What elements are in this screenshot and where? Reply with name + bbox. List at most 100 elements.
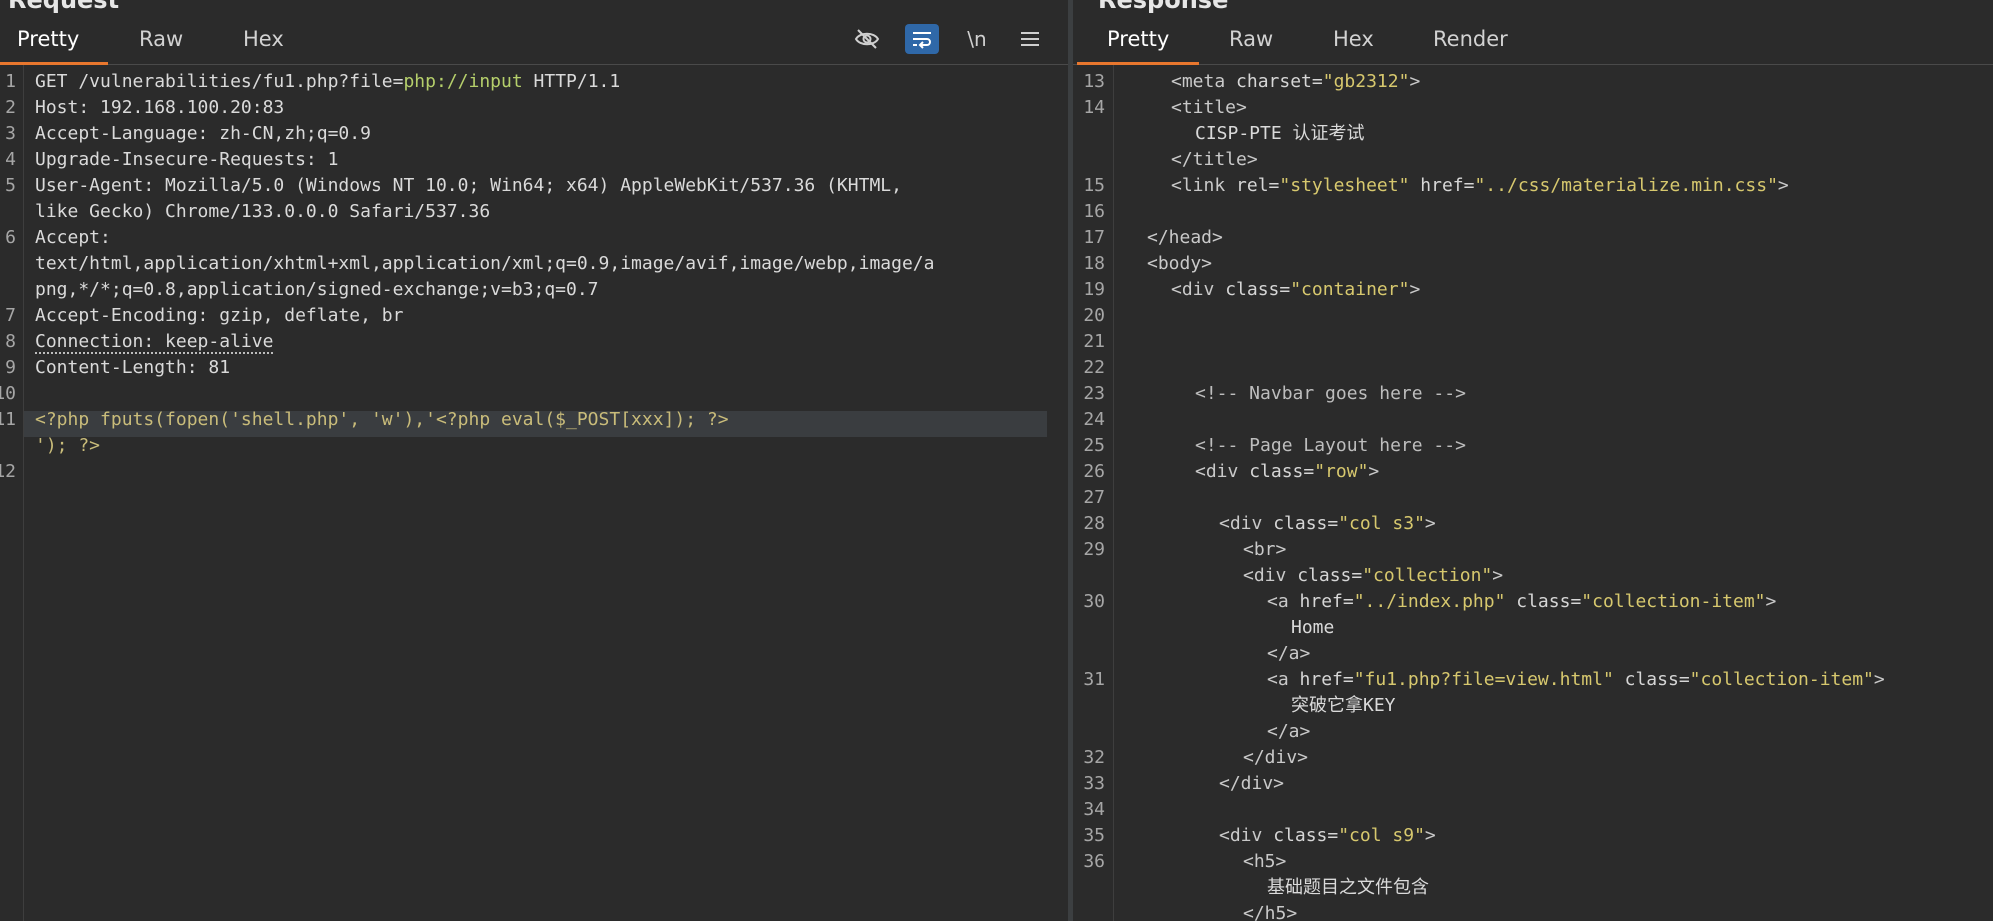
code-token: <div: [1219, 513, 1274, 534]
line-number: 28: [1083, 513, 1105, 534]
header-host: Host: 192.168.100.20:83: [35, 97, 285, 118]
line-number: 31: [1083, 669, 1105, 690]
code-token: <link: [1171, 175, 1237, 196]
line-number: 30: [1083, 591, 1105, 612]
line-number: 34: [1083, 799, 1105, 820]
code-token: <a: [1267, 669, 1300, 690]
code-a-close: </a>: [1267, 643, 1311, 664]
line-number: 1: [5, 71, 16, 92]
code-body-open: <body>: [1147, 253, 1213, 274]
code-token: "../index.php": [1353, 591, 1506, 612]
connection-text: Connection: keep-alive: [35, 331, 274, 354]
code-div-col-s3: <div class="col s3">: [1219, 511, 1436, 537]
response-tab-hex[interactable]: Hex: [1333, 27, 1374, 51]
code-token: <meta: [1171, 71, 1237, 92]
code-token: >: [1492, 565, 1504, 586]
code-token: "container": [1290, 279, 1410, 300]
request-tab-pretty[interactable]: Pretty: [17, 27, 79, 51]
code-title-open: <title>: [1171, 97, 1247, 118]
header-accept: Accept:: [35, 227, 111, 248]
code-title-close: </title>: [1171, 149, 1258, 170]
response-pane: Response Pretty Raw Hex Render 13 14 15 …: [1073, 0, 1993, 921]
http-version: HTTP/1.1: [522, 71, 621, 92]
code-div-container: <div class="container">: [1171, 277, 1420, 303]
code-token: class=: [1249, 461, 1315, 482]
code-token: class=: [1297, 565, 1363, 586]
header-accept-language: Accept-Language: zh-CN,zh;q=0.9: [35, 123, 371, 144]
line-number: 33: [1083, 773, 1105, 794]
line-number: 21: [1083, 331, 1105, 352]
request-title: Request: [8, 0, 120, 14]
line-number: 26: [1083, 461, 1105, 482]
response-title: Response: [1098, 0, 1229, 14]
code-div-col-s9: <div class="col s9">: [1219, 823, 1436, 849]
word-wrap-icon[interactable]: [905, 24, 939, 54]
code-token: rel=: [1236, 175, 1280, 196]
response-tab-render[interactable]: Render: [1433, 27, 1508, 51]
line-number: 11: [0, 409, 16, 430]
line-number: 2: [5, 97, 16, 118]
code-token: href=: [1299, 591, 1354, 612]
code-token: "collection-item": [1581, 591, 1766, 612]
line-number: 32: [1083, 747, 1105, 768]
line-number: 22: [1083, 357, 1105, 378]
code-a-key: <a href="fu1.php?file=view.html" class="…: [1267, 667, 1885, 693]
line-number: 15: [1083, 175, 1105, 196]
response-tab-raw[interactable]: Raw: [1229, 27, 1273, 51]
file-param-value: php://input: [403, 71, 523, 92]
line-number: 7: [5, 305, 16, 326]
code-comment-layout: <!-- Page Layout here -->: [1195, 435, 1466, 456]
code-token: class=: [1273, 513, 1339, 534]
line-number: 6: [5, 227, 16, 248]
code-h5-open: <h5>: [1243, 851, 1287, 872]
code-token: class=: [1613, 669, 1690, 690]
code-token: "col s3": [1338, 513, 1425, 534]
line-number: 10: [0, 383, 16, 404]
code-comment-navbar: <!-- Navbar goes here -->: [1195, 383, 1466, 404]
request-body-wrap: '); ?>: [35, 435, 101, 456]
hide-eye-icon[interactable]: [850, 24, 884, 54]
code-div-close: </div>: [1219, 773, 1285, 794]
line-number: 25: [1083, 435, 1105, 456]
header-upgrade-insecure: Upgrade-Insecure-Requests: 1: [35, 149, 339, 170]
code-token: >: [1873, 669, 1885, 690]
code-token: >: [1409, 71, 1421, 92]
code-token: "collection-item": [1689, 669, 1874, 690]
code-a-close: </a>: [1267, 721, 1311, 742]
code-token: "fu1.php?file=view.html": [1353, 669, 1614, 690]
code-token: charset=: [1236, 71, 1323, 92]
request-tab-raw[interactable]: Raw: [139, 27, 183, 51]
code-token: class=: [1505, 591, 1582, 612]
code-token: "collection": [1362, 565, 1493, 586]
code-div-close: </div>: [1243, 747, 1309, 768]
line-number: 9: [5, 357, 16, 378]
line-number: 36: [1083, 851, 1105, 872]
header-accept-wrap-2: png,*/*;q=0.8,application/signed-exchang…: [35, 279, 599, 300]
header-content-length: Content-Length: 81: [35, 357, 231, 378]
request-tab-hex[interactable]: Hex: [243, 27, 284, 51]
line-number: 19: [1083, 279, 1105, 300]
code-token: >: [1409, 279, 1421, 300]
code-token: "col s9": [1338, 825, 1425, 846]
line-number: 29: [1083, 539, 1105, 560]
line-number: 35: [1083, 825, 1105, 846]
code-token: >: [1777, 175, 1789, 196]
response-editor[interactable]: 13 14 15 16 17 18 19 20 21 22 23 24 25 2…: [1073, 65, 1993, 921]
code-head-close: </head>: [1147, 227, 1223, 248]
code-token: >: [1424, 513, 1436, 534]
request-line: GET /vulnerabilities/fu1.php?file=php://…: [35, 69, 620, 95]
show-newlines-icon[interactable]: \n: [960, 24, 994, 54]
code-a-home: <a href="../index.php" class="collection…: [1267, 589, 1776, 615]
code-meta: <meta charset="gb2312">: [1171, 69, 1420, 95]
header-user-agent: User-Agent: Mozilla/5.0 (Windows NT 10.0…: [35, 175, 902, 196]
header-connection: Connection: keep-alive: [35, 329, 274, 355]
request-editor[interactable]: 1 2 3 4 5 6 7 8 9 10 11 12 GET /vulnerab…: [0, 65, 1068, 921]
line-number: 18: [1083, 253, 1105, 274]
code-token: href=: [1299, 669, 1354, 690]
menu-icon[interactable]: [1013, 24, 1047, 54]
code-token: <div: [1243, 565, 1298, 586]
line-number: 17: [1083, 227, 1105, 248]
response-tab-pretty[interactable]: Pretty: [1107, 27, 1169, 51]
code-token: class=: [1225, 279, 1291, 300]
line-number: 16: [1083, 201, 1105, 222]
